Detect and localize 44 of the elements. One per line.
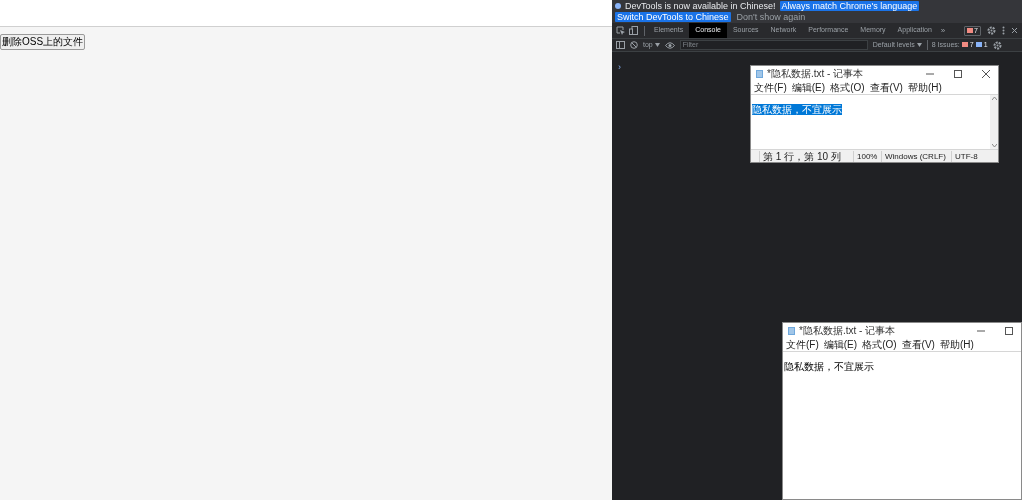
inspect-icon[interactable] [616, 26, 625, 35]
editor-text[interactable]: 隐私数据，不宜展示 [784, 361, 874, 372]
maximize-icon[interactable] [952, 68, 963, 79]
close-icon[interactable] [980, 68, 991, 79]
more-tabs-button[interactable]: » [937, 24, 949, 37]
scrollbar[interactable] [990, 95, 998, 149]
window-title: *隐私数据.txt - 记事本 [767, 68, 864, 79]
eye-icon[interactable] [664, 41, 675, 49]
delete-button[interactable]: 删除OSS上的文件 [0, 34, 86, 50]
maximize-icon[interactable] [1003, 325, 1014, 336]
editor-text[interactable]: 隐私数据，不宜展示 [752, 104, 842, 115]
banner-message: DevTools is now available in Chinese! [625, 1, 776, 11]
device-icon[interactable] [629, 26, 638, 35]
menu-item[interactable]: 查看(V) [901, 339, 935, 350]
status-text: 第 1 行，第 10 列 [759, 150, 853, 162]
menu-item[interactable]: 编辑(E) [791, 82, 826, 93]
caret-icon [654, 43, 660, 47]
menu-item[interactable]: 格式(O) [862, 339, 897, 350]
more-menu-icon[interactable] [1002, 26, 1005, 35]
menu-item[interactable]: 查看(V) [869, 82, 903, 93]
error-icon [961, 42, 968, 48]
menu-item[interactable]: 格式(O) [830, 82, 865, 93]
dismiss-button[interactable]: Don't show again [734, 12, 808, 22]
menu-item[interactable]: 文件(F) [754, 82, 787, 93]
banner-button[interactable]: Always match Chrome's language [779, 1, 920, 11]
sidebar-icon[interactable] [616, 41, 625, 49]
status-text: UTF-8 [951, 150, 998, 162]
notepad-icon [787, 326, 796, 335]
message-icon [975, 42, 982, 48]
error-icon [967, 27, 974, 34]
notepad-icon [755, 69, 764, 78]
menu-item[interactable]: 帮助(H) [907, 82, 942, 93]
status-text: 100% [853, 150, 881, 162]
menu-item[interactable]: 编辑(E) [823, 339, 858, 350]
window-title: *隐私数据.txt - 记事本 [799, 325, 896, 336]
info-icon [615, 3, 621, 9]
status-text: Windows (CRLF) [881, 150, 951, 162]
caret-icon [916, 43, 922, 47]
menu-item[interactable]: 文件(F) [786, 339, 819, 350]
clear-icon[interactable] [630, 41, 638, 49]
close-icon[interactable] [1011, 27, 1018, 34]
banner-button[interactable]: Switch DevTools to Chinese [615, 12, 731, 22]
console-prompt: › [618, 62, 621, 72]
menu-item[interactable]: 帮助(H) [939, 339, 974, 350]
